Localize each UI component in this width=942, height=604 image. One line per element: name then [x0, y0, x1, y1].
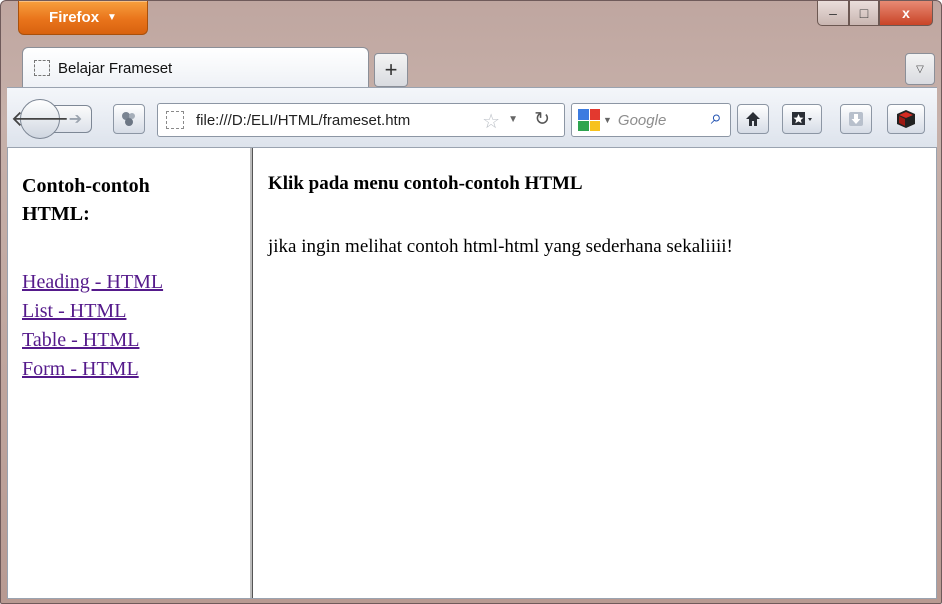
- list-all-tabs-button[interactable]: ▽: [905, 53, 935, 85]
- close-icon: x: [902, 5, 910, 21]
- maximize-button[interactable]: □: [849, 1, 879, 26]
- puzzle-icon: [122, 112, 135, 126]
- menu-links: Heading - HTML List - HTML Table - HTML …: [22, 268, 163, 384]
- home-button[interactable]: [737, 104, 769, 134]
- tab-label: Belajar Frameset: [58, 59, 173, 77]
- maximize-icon: □: [859, 5, 869, 21]
- right-frame-content: Klik pada menu contoh-contoh HTML jika i…: [256, 148, 936, 598]
- back-arrow-icon: 🡐: [10, 106, 70, 131]
- minimize-icon: –: [829, 5, 837, 21]
- download-icon: [849, 112, 863, 126]
- link-heading-html[interactable]: Heading - HTML: [22, 268, 163, 297]
- back-forward-group: 🡐 ➔: [11, 99, 102, 139]
- link-list-html[interactable]: List - HTML: [22, 297, 163, 326]
- addon-button[interactable]: [887, 104, 925, 134]
- history-dropdown-icon[interactable]: ▼: [508, 114, 518, 125]
- bookmarks-button[interactable]: [782, 104, 822, 134]
- minimize-button[interactable]: –: [817, 1, 849, 26]
- left-frame-menu: Contoh-contoh HTML: Heading - HTML List …: [8, 148, 253, 598]
- firefox-menu-button[interactable]: Firefox ▼: [18, 1, 148, 35]
- content-text: jika ingin melihat contoh html-html yang…: [268, 236, 733, 257]
- engine-dropdown-icon[interactable]: ▼: [603, 115, 612, 125]
- page-content: Contoh-contoh HTML: Heading - HTML List …: [7, 147, 937, 599]
- back-button[interactable]: 🡐: [11, 99, 70, 139]
- chevron-down-icon: ▼: [107, 12, 117, 23]
- forward-arrow-icon: ➔: [68, 111, 83, 128]
- menu-title: Contoh-contoh HTML:: [22, 175, 150, 225]
- triangle-down-icon: ▽: [916, 63, 924, 75]
- search-icon[interactable]: ⌕: [711, 107, 722, 130]
- identity-button[interactable]: [113, 104, 145, 134]
- link-table-html[interactable]: Table - HTML: [22, 326, 163, 355]
- window-controls: – □ x: [817, 1, 933, 27]
- search-box[interactable]: ▼ Google ⌕: [571, 103, 731, 137]
- close-window-button[interactable]: x: [879, 1, 933, 26]
- plus-icon: +: [384, 57, 398, 82]
- search-input[interactable]: Google: [618, 112, 666, 129]
- page-favicon-icon: [34, 60, 50, 76]
- address-bar[interactable]: file:///D:/ELI/HTML/frameset.htm ☆ ▼ ↻: [157, 103, 565, 137]
- reload-icon[interactable]: ↻: [534, 108, 550, 131]
- link-form-html[interactable]: Form - HTML: [22, 355, 163, 384]
- site-identity-icon: [166, 111, 184, 129]
- navigation-toolbar: 🡐 ➔ file:///D:/ELI/HTML/frameset.htm ☆ ▼…: [7, 87, 937, 148]
- home-icon: [746, 112, 760, 126]
- google-engine-icon[interactable]: [578, 109, 600, 131]
- tab-belajar-frameset[interactable]: Belajar Frameset: [22, 47, 369, 88]
- red-cube-icon: [897, 110, 915, 128]
- downloads-button[interactable]: [840, 104, 872, 134]
- title-bar: Firefox ▼ – □ x: [1, 1, 941, 43]
- url-input[interactable]: file:///D:/ELI/HTML/frameset.htm: [196, 112, 410, 129]
- browser-window: Firefox ▼ – □ x Belajar Frameset + ▽ 🡐 ➔: [0, 0, 942, 604]
- content-heading: Klik pada menu contoh-contoh HTML: [268, 173, 583, 194]
- bookmarks-icon: [792, 112, 812, 125]
- new-tab-button[interactable]: +: [374, 53, 408, 87]
- bookmark-star-icon[interactable]: ☆: [482, 109, 500, 134]
- firefox-menu-label: Firefox: [49, 9, 100, 26]
